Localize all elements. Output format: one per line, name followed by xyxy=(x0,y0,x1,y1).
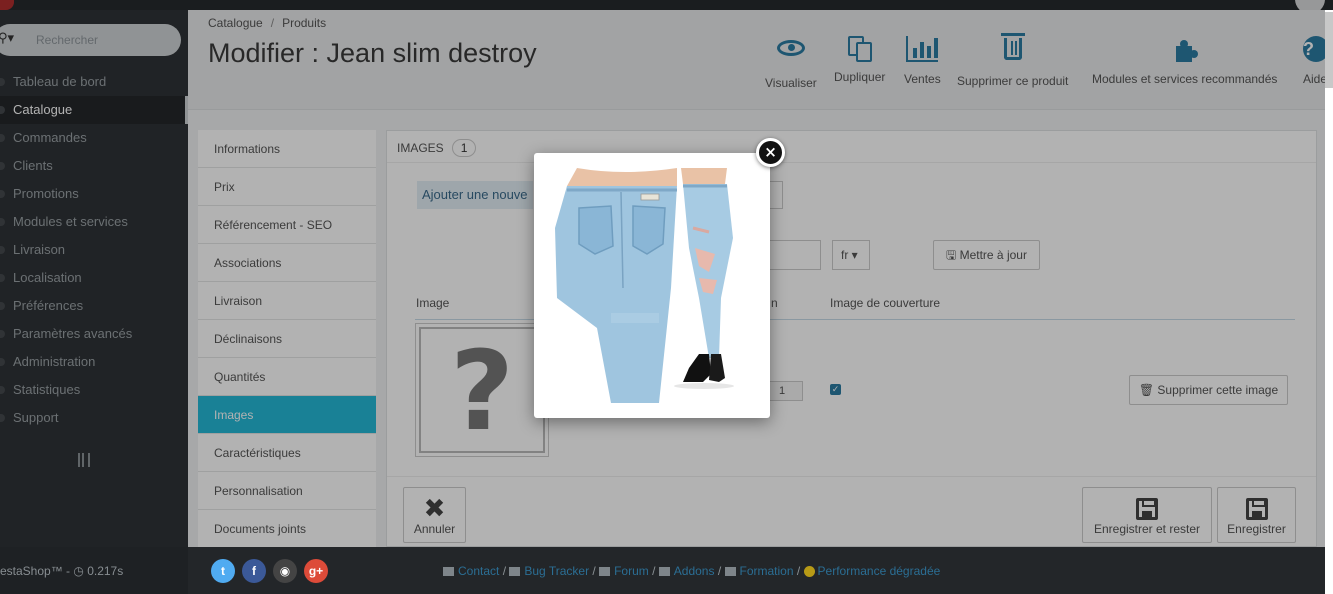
link-forum[interactable]: Forum xyxy=(614,564,649,578)
google-plus-icon[interactable]: g+ xyxy=(304,559,328,583)
link-bug-tracker[interactable]: Bug Tracker xyxy=(524,564,589,578)
link-formation[interactable]: Formation xyxy=(740,564,794,578)
load-time: 0.217s xyxy=(87,564,124,578)
link-separator: / xyxy=(648,564,659,578)
link-addons[interactable]: Addons xyxy=(674,564,715,578)
facebook-icon[interactable]: f xyxy=(242,559,266,583)
close-modal-button[interactable]: × xyxy=(756,138,785,167)
link-separator: / xyxy=(714,564,725,578)
jeans-photo xyxy=(549,168,755,403)
footer-brand: estaShop™ - ◷ 0.217s xyxy=(0,564,123,578)
link-contact[interactable]: Contact xyxy=(458,564,499,578)
brand-text: estaShop™ - xyxy=(0,564,74,578)
warning-dot-icon xyxy=(803,566,815,577)
link-separator: / xyxy=(793,564,804,578)
puzzle-icon xyxy=(658,567,670,576)
clock-icon: ◷ xyxy=(73,564,88,578)
image-preview-modal xyxy=(534,153,770,418)
comments-icon xyxy=(599,567,611,576)
link-separator: / xyxy=(499,564,510,578)
bug-icon xyxy=(509,567,521,576)
envelope-icon xyxy=(443,567,454,576)
github-icon[interactable]: ◉ xyxy=(273,559,297,583)
twitter-icon[interactable]: t xyxy=(211,559,235,583)
link-separator: / xyxy=(589,564,600,578)
product-image xyxy=(549,168,755,403)
footer-links: Contact / Bug Tracker / Forum / Addons /… xyxy=(443,564,940,578)
footer: estaShop™ - ◷ 0.217s t f ◉ g+ Contact / … xyxy=(0,547,1333,594)
scrollbar-thumb[interactable] xyxy=(1325,12,1333,88)
scrollbar-track[interactable] xyxy=(1325,10,1333,594)
link-performance[interactable]: Performance dégradée xyxy=(818,564,941,578)
book-icon xyxy=(724,567,736,576)
